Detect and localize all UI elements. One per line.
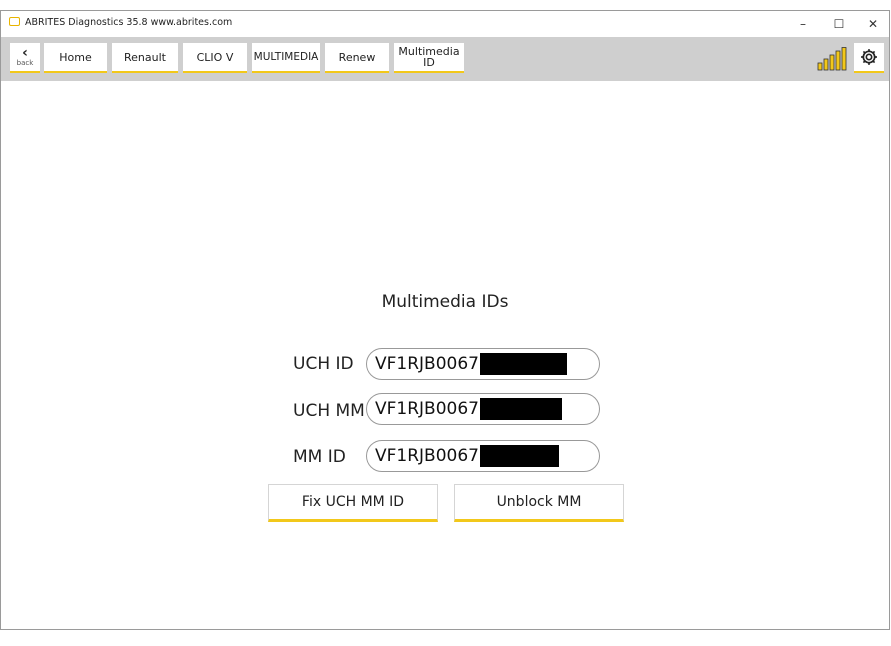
redaction-bar (479, 445, 559, 467)
maximize-button[interactable]: ☐ (822, 11, 856, 37)
app-window: ABRITES Diagnostics 35.8 www.abrites.com… (0, 10, 890, 630)
breadcrumb-clio-v[interactable]: CLIO V (183, 43, 247, 73)
minimize-button[interactable]: – (786, 11, 820, 37)
page-title: Multimedia IDs (381, 292, 509, 312)
settings-button[interactable] (854, 43, 884, 73)
mm-id-field[interactable]: VF1RJB0067 (366, 440, 600, 472)
uch-mm-field[interactable]: VF1RJB0067 (366, 393, 600, 425)
breadcrumb-home[interactable]: Home (44, 43, 107, 73)
gear-icon (861, 49, 877, 65)
window-title: ABRITES Diagnostics 35.8 www.abrites.com (25, 17, 233, 28)
back-label: back (16, 59, 34, 67)
breadcrumb-renew[interactable]: Renew (325, 43, 389, 73)
signal-strength-icon (817, 47, 847, 71)
uch-mm-value: VF1RJB0067 (375, 399, 479, 419)
close-button[interactable]: ✕ (856, 11, 890, 37)
breadcrumb-renault[interactable]: Renault (112, 43, 178, 73)
redaction-bar (479, 353, 567, 375)
breadcrumb-multimedia-id[interactable]: Multimedia ID (394, 43, 464, 73)
uch-mm-label: UCH MM (293, 401, 365, 421)
mm-id-label: MM ID (293, 447, 346, 467)
app-logo-icon (9, 17, 20, 26)
breadcrumb-multimedia[interactable]: MULTIMEDIA (252, 43, 320, 73)
unblock-mm-button[interactable]: Unblock MM (454, 484, 624, 522)
uch-id-label: UCH ID (293, 354, 354, 374)
navigation-toolbar: ‹ back Home Renault CLIO V MULTIMEDIA Re… (1, 37, 889, 81)
back-button[interactable]: ‹ back (10, 43, 40, 73)
mm-id-value: VF1RJB0067 (375, 446, 479, 466)
uch-id-value: VF1RJB0067 (375, 354, 479, 374)
fix-uch-mm-id-button[interactable]: Fix UCH MM ID (268, 484, 438, 522)
redaction-bar (479, 398, 562, 420)
title-bar: ABRITES Diagnostics 35.8 www.abrites.com… (1, 11, 889, 37)
uch-id-field[interactable]: VF1RJB0067 (366, 348, 600, 380)
back-chevron-icon: ‹ (22, 45, 28, 61)
